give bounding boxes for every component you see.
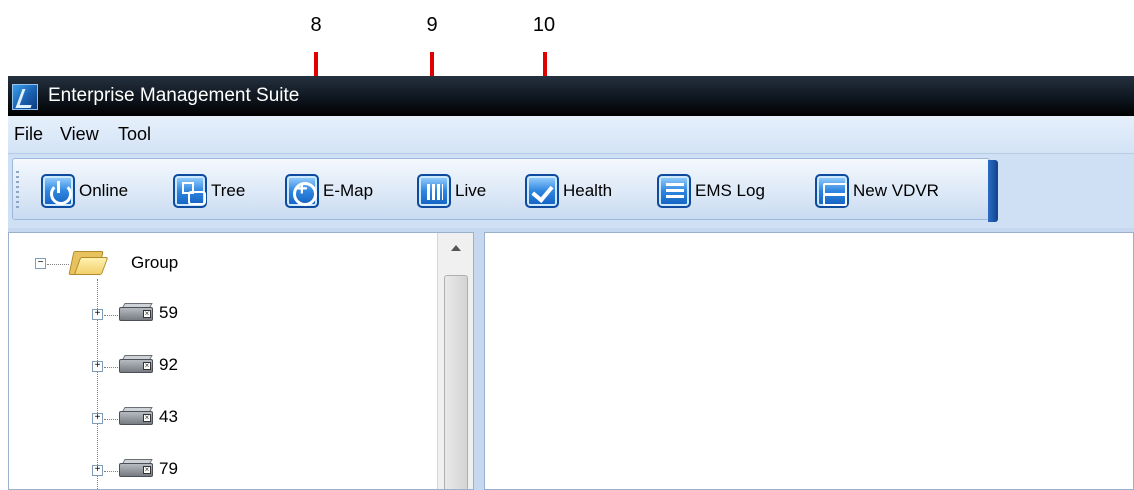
online-button-label: Online xyxy=(79,181,129,200)
live-button-label: Live xyxy=(455,181,487,200)
window-title: Enterprise Management Suite xyxy=(48,85,300,106)
toolbar-area: Online Tree E-Map Live Health EMS Log Ne… xyxy=(8,154,1134,228)
tree-expand-toggle-59[interactable]: + xyxy=(92,309,103,320)
app-logo-icon xyxy=(12,84,38,110)
callout-number-9: 9 xyxy=(426,14,438,36)
tree-button-label: Tree xyxy=(211,181,246,200)
tree-expand-toggle-43[interactable]: + xyxy=(92,413,103,424)
menu-view[interactable]: View xyxy=(60,124,99,145)
scroll-up-arrow-icon[interactable] xyxy=(438,233,473,261)
power-icon xyxy=(41,174,75,208)
toolbar-grip[interactable] xyxy=(16,171,19,209)
callout-number-8: 8 xyxy=(310,14,322,36)
ems-log-button[interactable]: EMS Log xyxy=(657,173,765,209)
tree-connector xyxy=(104,367,118,368)
vdvr-icon xyxy=(815,174,849,208)
health-button-label: Health xyxy=(563,181,613,200)
menu-file[interactable]: File xyxy=(14,124,43,145)
tree-button[interactable]: Tree xyxy=(173,173,245,209)
toolbar-end-cap xyxy=(988,160,998,222)
new-vdvr-button[interactable]: New VDVR xyxy=(815,173,939,209)
window-titlebar[interactable]: Enterprise Management Suite xyxy=(8,76,1134,116)
dvr-device-icon: × xyxy=(119,303,153,321)
live-button[interactable]: Live xyxy=(417,173,486,209)
checkmark-icon xyxy=(525,174,559,208)
main-toolbar: Online Tree E-Map Live Health EMS Log Ne… xyxy=(12,158,990,220)
tree-node-59-label[interactable]: 59 xyxy=(159,303,178,323)
device-tree-panel[interactable]: − Group + × 59 + × 92 + × 43 + × 79 xyxy=(8,232,474,490)
tree-expand-toggle-92[interactable]: + xyxy=(92,361,103,372)
content-panel[interactable] xyxy=(484,232,1134,490)
tree-node-92-label[interactable]: 92 xyxy=(159,355,178,375)
main-area: − Group + × 59 + × 92 + × 43 + × 79 xyxy=(8,228,1134,490)
ems-log-button-label: EMS Log xyxy=(695,181,765,200)
dvr-device-icon: × xyxy=(119,459,153,477)
tree-node-79-label[interactable]: 79 xyxy=(159,459,178,479)
scrollbar-thumb[interactable] xyxy=(444,275,468,489)
health-button[interactable]: Health xyxy=(525,173,612,209)
online-button[interactable]: Online xyxy=(41,173,128,209)
emap-button[interactable]: E-Map xyxy=(285,173,373,209)
menu-tool[interactable]: Tool xyxy=(118,124,151,145)
target-icon xyxy=(285,174,319,208)
list-icon xyxy=(657,174,691,208)
dvr-device-icon: × xyxy=(119,407,153,425)
tree-connector xyxy=(47,264,69,265)
folder-icon xyxy=(68,247,109,277)
emap-button-label: E-Map xyxy=(323,181,374,200)
new-vdvr-button-label: New VDVR xyxy=(853,181,939,200)
tree-scrollbar[interactable] xyxy=(437,233,473,489)
dvr-device-icon: × xyxy=(119,355,153,373)
tree-connector xyxy=(104,419,118,420)
tree-connector xyxy=(104,471,118,472)
tree-node-43-label[interactable]: 43 xyxy=(159,407,178,427)
tree-collapse-toggle-group[interactable]: − xyxy=(35,258,46,269)
callout-number-10: 10 xyxy=(532,14,556,36)
tree-node-group-label[interactable]: Group xyxy=(131,253,178,273)
tree-icon xyxy=(173,174,207,208)
tree-expand-toggle-79[interactable]: + xyxy=(92,465,103,476)
tree-connector xyxy=(104,315,118,316)
bars-icon xyxy=(417,174,451,208)
menubar: File View Tool xyxy=(8,116,1134,154)
